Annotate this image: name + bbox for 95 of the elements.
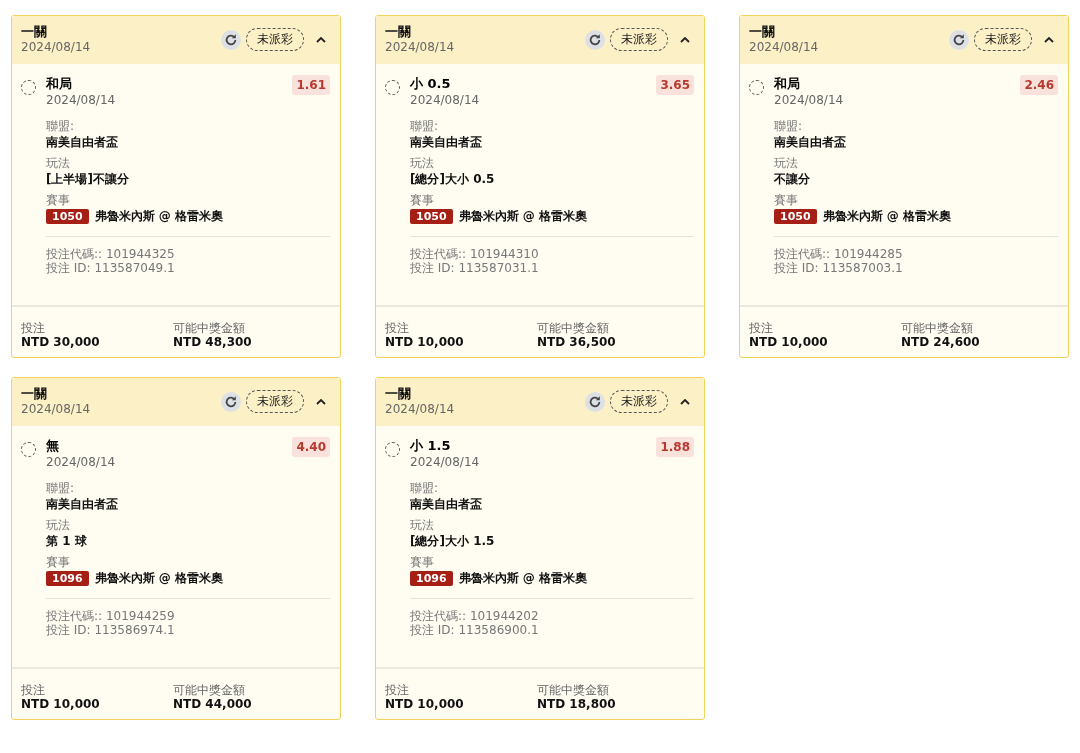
event-number: 1096 — [410, 570, 453, 586]
event-number: 1096 — [46, 570, 89, 586]
event-label: 賽事 — [410, 193, 435, 208]
league-label: 聯盟: — [46, 481, 76, 496]
league-name: 南美自由者盃 — [774, 134, 847, 150]
stake-amount: NTD 10,000 — [385, 335, 465, 350]
bet-code: 投注代碼:: 101944285 — [774, 247, 904, 261]
bet-date: 2024/08/14 — [21, 402, 92, 417]
payout-amount: NTD 48,300 — [173, 335, 253, 350]
payout-label: 可能中獎金額 — [901, 321, 974, 335]
league-label: 聯盟: — [774, 119, 804, 134]
refresh-icon[interactable] — [221, 391, 241, 412]
market-label: 玩法 — [410, 156, 435, 171]
refresh-icon[interactable] — [221, 29, 241, 50]
payout-amount: NTD 44,000 — [173, 697, 253, 712]
event-number: 1050 — [410, 208, 453, 224]
payout-label: 可能中獎金額 — [173, 321, 246, 335]
payout-amount: NTD 18,800 — [537, 697, 617, 712]
odds-badge: 2.46 — [1020, 75, 1058, 95]
selection-name: 和局 — [46, 75, 73, 93]
odds-badge: 1.88 — [656, 437, 694, 457]
league-label: 聯盟: — [46, 119, 76, 134]
bet-date: 2024/08/14 — [749, 40, 820, 55]
selection-date: 2024/08/14 — [46, 93, 117, 108]
stake-amount: NTD 10,000 — [385, 697, 465, 712]
selection-name: 小 0.5 — [410, 75, 452, 93]
event-name: 弗魯米內斯 @ 格雷米奧 — [458, 570, 587, 586]
selection-name: 小 1.5 — [410, 437, 452, 455]
odds-badge: 3.65 — [656, 75, 694, 95]
event-name: 弗魯米內斯 @ 格雷米奧 — [822, 208, 951, 224]
payout-label: 可能中獎金額 — [537, 683, 610, 697]
event-label: 賽事 — [410, 555, 435, 570]
bet-id: 投注 ID: 113586974.1 — [46, 623, 176, 637]
selection-name: 和局 — [774, 75, 801, 93]
odds-badge: 4.40 — [292, 437, 330, 457]
league-name: 南美自由者盃 — [46, 496, 119, 512]
selection-date: 2024/08/14 — [774, 93, 845, 108]
event-name: 弗魯米內斯 @ 格雷米奧 — [94, 208, 223, 224]
bet-code: 投注代碼:: 101944259 — [46, 609, 176, 623]
stake-amount: NTD 10,000 — [21, 697, 101, 712]
payout-amount: NTD 24,600 — [901, 335, 981, 350]
bet-type: 一關 — [385, 386, 412, 402]
event-number: 1050 — [774, 208, 817, 224]
market-label: 玩法 — [46, 156, 71, 171]
selection-date: 2024/08/14 — [410, 455, 481, 470]
payout-label: 可能中獎金額 — [173, 683, 246, 697]
bet-type: 一關 — [385, 24, 412, 40]
payout-label: 可能中獎金額 — [537, 321, 610, 335]
market-label: 玩法 — [774, 156, 799, 171]
league-name: 南美自由者盃 — [410, 496, 483, 512]
bet-id: 投注 ID: 113587003.1 — [774, 261, 904, 275]
bet-date: 2024/08/14 — [385, 402, 456, 417]
bet-type: 一關 — [749, 24, 776, 40]
market-name: 第 1 球 — [46, 533, 88, 549]
stake-label: 投注 — [21, 321, 46, 335]
stake-amount: NTD 30,000 — [21, 335, 101, 350]
refresh-icon[interactable] — [585, 29, 605, 50]
bet-type: 一關 — [21, 24, 48, 40]
league-label: 聯盟: — [410, 119, 440, 134]
bet-code: 投注代碼:: 101944310 — [410, 247, 540, 261]
selection-name: 無 — [46, 437, 60, 455]
bet-code: 投注代碼:: 101944325 — [46, 247, 176, 261]
event-label: 賽事 — [46, 193, 71, 208]
stake-label: 投注 — [749, 321, 774, 335]
bet-code: 投注代碼:: 101944202 — [410, 609, 540, 623]
market-name: 不讓分 — [774, 171, 811, 187]
market-name: [總分]大小 0.5 — [410, 171, 496, 187]
odds-badge: 1.61 — [292, 75, 330, 95]
market-label: 玩法 — [410, 518, 435, 533]
payout-amount: NTD 36,500 — [537, 335, 617, 350]
refresh-icon[interactable] — [585, 391, 605, 412]
selection-date: 2024/08/14 — [46, 455, 117, 470]
market-label: 玩法 — [46, 518, 71, 533]
bet-id: 投注 ID: 113587049.1 — [46, 261, 176, 275]
refresh-icon[interactable] — [949, 29, 969, 50]
league-label: 聯盟: — [410, 481, 440, 496]
bet-date: 2024/08/14 — [21, 40, 92, 55]
stake-label: 投注 — [21, 683, 46, 697]
stake-amount: NTD 10,000 — [749, 335, 829, 350]
league-name: 南美自由者盃 — [410, 134, 483, 150]
event-label: 賽事 — [46, 555, 71, 570]
bet-type: 一關 — [21, 386, 48, 402]
stake-label: 投注 — [385, 683, 410, 697]
stake-label: 投注 — [385, 321, 410, 335]
league-name: 南美自由者盃 — [46, 134, 119, 150]
event-name: 弗魯米內斯 @ 格雷米奧 — [94, 570, 223, 586]
market-name: [上半場]不讓分 — [46, 171, 130, 187]
selection-date: 2024/08/14 — [410, 93, 481, 108]
bet-id: 投注 ID: 113587031.1 — [410, 261, 540, 275]
event-name: 弗魯米內斯 @ 格雷米奧 — [458, 208, 587, 224]
bet-date: 2024/08/14 — [385, 40, 456, 55]
event-label: 賽事 — [774, 193, 799, 208]
market-name: [總分]大小 1.5 — [410, 533, 496, 549]
event-number: 1050 — [46, 208, 89, 224]
bet-id: 投注 ID: 113586900.1 — [410, 623, 540, 637]
